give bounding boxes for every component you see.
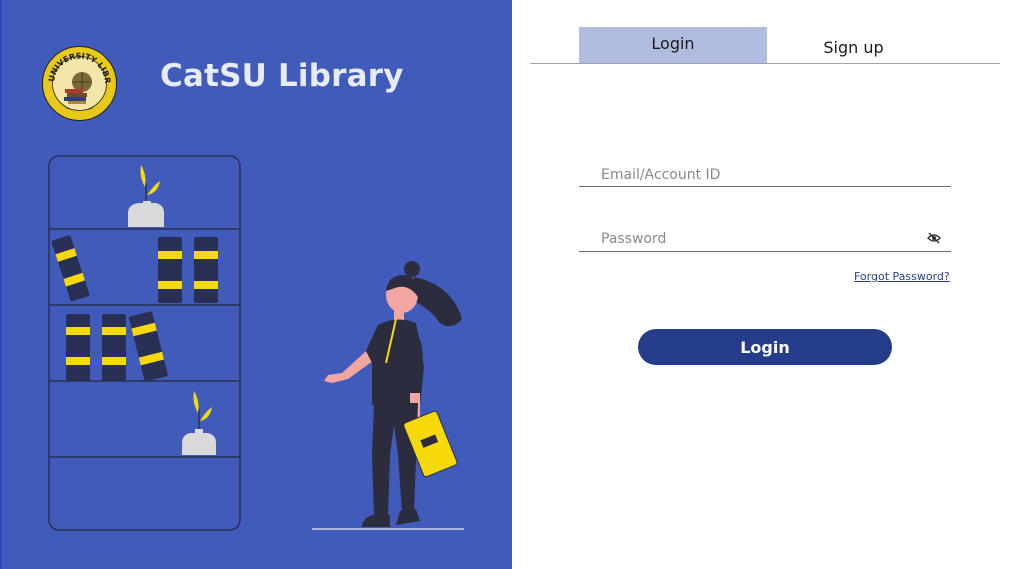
email-account-id-input[interactable]: [579, 163, 951, 187]
forgot-password-link[interactable]: Forgot Password?: [854, 270, 950, 283]
illustration-panel: UNIVERSITY LIBRARY CatSU Library: [0, 0, 512, 569]
login-button[interactable]: Login: [638, 329, 892, 365]
login-page: UNIVERSITY LIBRARY CatSU Library: [0, 0, 1019, 569]
login-form-panel: Login Sign up Forgot Password? Login: [512, 0, 1019, 569]
tab-sign-up[interactable]: Sign up: [766, 27, 941, 63]
eye-off-icon[interactable]: [927, 232, 941, 244]
brand-title: CatSU Library: [160, 58, 404, 94]
library-seal-logo: UNIVERSITY LIBRARY: [42, 46, 117, 121]
student-illustration: [312, 261, 464, 530]
bookshelf-illustration: [48, 155, 241, 531]
tab-login[interactable]: Login: [579, 27, 767, 63]
password-input[interactable]: [579, 227, 951, 252]
auth-tabs: Login Sign up: [530, 27, 1000, 64]
